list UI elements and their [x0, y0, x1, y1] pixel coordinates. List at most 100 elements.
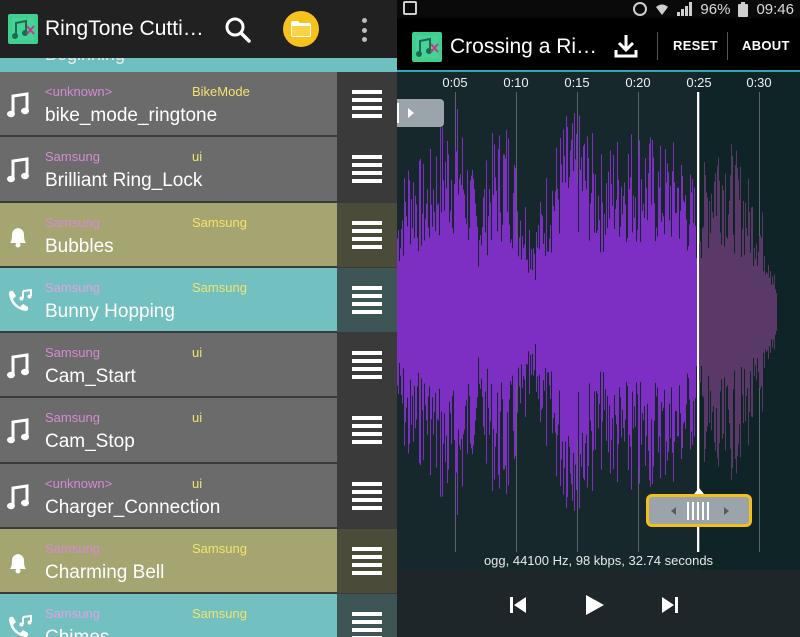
reset-button[interactable]: RESET — [673, 38, 718, 53]
download-icon — [614, 35, 638, 58]
list-item[interactable]: Samsung Samsung Chimes — [0, 594, 397, 637]
item-artist: Samsung — [45, 606, 100, 622]
item-menu-button[interactable] — [337, 594, 397, 637]
toolbar-divider — [657, 32, 658, 60]
item-title: Chimes — [45, 627, 109, 637]
list-item[interactable]: Samsung ui Brilliant Ring_Lock — [0, 137, 397, 203]
gallery-notification-icon — [403, 1, 417, 15]
marker-grip — [397, 103, 399, 123]
app-logo-icon — [412, 32, 442, 62]
editor-toolbar: Crossing a Ri… RESET ABOUT — [397, 18, 800, 72]
ringtone-editor: 96% 09:46 Crossing a Ri… RESET ABOUT 0:0… — [397, 0, 800, 637]
drag-handle-icon — [352, 220, 382, 225]
end-marker-handle[interactable] — [646, 488, 752, 527]
folder-icon — [291, 21, 311, 37]
app-title: RingTone Cutti… — [45, 17, 204, 40]
music-note-icon — [5, 92, 31, 120]
skip-previous-icon — [510, 597, 526, 613]
item-menu-button[interactable] — [337, 202, 397, 267]
menu-dot-icon — [361, 37, 367, 42]
item-album: ui — [192, 345, 203, 361]
notification-bell-icon — [5, 223, 31, 251]
item-artist: Samsung — [45, 214, 100, 230]
list-item[interactable]: Samsung Samsung Charming Bell — [0, 529, 397, 595]
list-item[interactable]: Samsung Samsung Bubbles — [0, 202, 397, 268]
ringtone-phone-icon — [5, 614, 32, 637]
battery-icon — [738, 1, 749, 17]
music-note-icon — [5, 353, 31, 381]
toolbar-divider — [727, 32, 728, 60]
item-artist: Samsung — [45, 345, 100, 361]
ringtone-list-app: Beginning RingTone Cutti… — [0, 0, 397, 637]
save-button[interactable] — [613, 32, 639, 60]
music-note-icon — [5, 157, 31, 185]
item-title: Charger_Connection — [45, 496, 221, 518]
list-item[interactable]: Samsung ui Cam_Stop — [0, 398, 397, 464]
list-item[interactable]: <unknown> BikeMode bike_mode_ringtone — [0, 72, 397, 138]
item-menu-button[interactable] — [337, 137, 397, 202]
start-marker-handle[interactable] — [397, 99, 444, 127]
drag-handle-icon — [352, 285, 382, 290]
drag-handle-icon — [352, 547, 382, 552]
waveform — [397, 109, 777, 515]
song-title: Crossing a Ri… — [450, 35, 598, 58]
item-artist: Samsung — [45, 279, 100, 295]
play-button[interactable] — [582, 593, 606, 617]
marker-grip — [687, 502, 709, 520]
drag-handle-icon — [352, 481, 382, 486]
item-artist: Samsung — [45, 149, 100, 165]
waveform-view[interactable]: 0:05 0:10 0:15 0:20 0:25 0:30 ogg, 44100 Hz, … — [397, 72, 800, 570]
ringtone-phone-icon — [5, 288, 32, 316]
item-title: bike_mode_ringtone — [45, 105, 218, 126]
item-menu-button[interactable] — [337, 529, 397, 594]
item-menu-button[interactable] — [337, 463, 397, 528]
item-album: ui — [192, 410, 203, 426]
marker-arrow-icon — [408, 108, 414, 118]
music-note-icon — [5, 484, 31, 512]
item-album: Samsung — [192, 214, 247, 230]
signal-icon — [677, 2, 693, 16]
item-album: ui — [192, 475, 203, 491]
item-title: Cam_Start — [45, 366, 136, 388]
item-title: Cam_Stop — [45, 431, 135, 453]
playhead[interactable] — [697, 92, 699, 552]
playback-controls — [397, 570, 800, 637]
item-title: Bubbles — [45, 235, 114, 257]
drag-handle-icon — [352, 351, 382, 356]
skip-next-button[interactable] — [659, 594, 681, 616]
list-item[interactable]: Samsung Samsung Bunny Hopping — [0, 267, 397, 334]
drag-handle-icon — [352, 90, 382, 94]
drag-handle-icon — [352, 155, 382, 160]
item-menu-button[interactable] — [337, 333, 397, 398]
item-album: ui — [192, 149, 203, 165]
battery-percent: 96% — [700, 0, 731, 18]
item-album: Samsung — [192, 541, 247, 557]
clock: 09:46 — [756, 0, 794, 18]
item-album: Samsung — [192, 279, 247, 295]
item-album: BikeMode — [192, 84, 250, 99]
ringtone-list: <unknown> BikeMode bike_mode_ringtone Samsu… — [0, 72, 397, 637]
item-artist: <unknown> — [45, 84, 113, 99]
app-logo-icon — [8, 14, 38, 44]
app-bar: RingTone Cutti… — [0, 0, 397, 58]
play-icon — [586, 595, 604, 615]
drag-handle-icon — [352, 416, 382, 421]
item-menu-button[interactable] — [337, 398, 397, 463]
list-item[interactable]: Samsung ui Cam_Start — [0, 333, 397, 399]
list-item[interactable]: <unknown> ui Charger_Connection — [0, 463, 397, 530]
overflow-menu-button[interactable] — [354, 15, 374, 45]
right-arrow-icon — [724, 507, 729, 515]
item-menu-button[interactable] — [337, 267, 397, 332]
music-note-icon — [5, 418, 31, 446]
wifi-icon — [656, 4, 669, 15]
item-album: Samsung — [192, 606, 247, 622]
item-menu-button[interactable] — [337, 72, 397, 136]
skip-previous-button[interactable] — [507, 594, 529, 616]
item-title: Brilliant Ring_Lock — [45, 170, 203, 192]
about-button[interactable]: ABOUT — [742, 38, 790, 53]
item-artist: Samsung — [45, 410, 100, 426]
search-button[interactable] — [222, 14, 254, 46]
open-folder-button[interactable] — [283, 11, 319, 47]
drag-handle-icon — [352, 612, 382, 617]
screenshot-stage: Beginning RingTone Cutti… — [0, 0, 800, 637]
